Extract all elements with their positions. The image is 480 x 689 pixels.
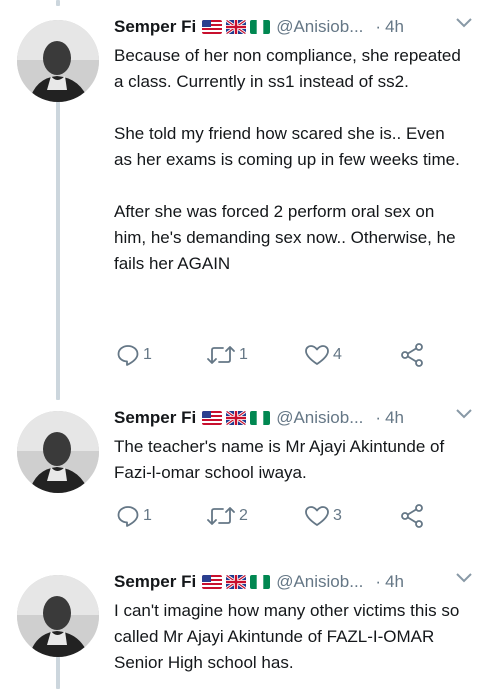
reply-icon [117,345,139,366]
nigeria-flag-icon [250,411,271,425]
tweet-paragraph: After she was forced 2 perform oral sex … [114,202,456,273]
like-count: 3 [333,507,342,524]
tweet-header: Semper Fi @Anisiob... · 4h [114,569,466,595]
share-icon [401,504,423,528]
tweet-paragraph: Because of her non compliance, she repea… [114,46,461,91]
reply-count: 1 [143,507,152,524]
flag-emojis [202,575,271,589]
tweet[interactable]: Semper Fi @Anisiob... · 4h I can't imagi… [0,565,480,689]
reply-icon [117,506,139,527]
retweet-icon [207,346,235,364]
flag-emojis [202,411,271,425]
share-button[interactable] [399,340,425,370]
tweet-paragraph: The teacher's name is Mr Ajayi Akintunde… [114,437,445,482]
retweet-button[interactable]: 2 [206,501,248,531]
separator-dot: · [375,17,382,36]
like-icon [305,506,329,526]
avatar[interactable] [17,411,99,493]
caret-down-icon[interactable] [454,569,474,587]
caret-down-icon[interactable] [454,14,474,32]
retweet-icon [207,507,235,525]
uk-flag-icon [226,411,247,425]
reply-button[interactable]: 1 [116,501,152,531]
avatar[interactable] [17,575,99,657]
like-button[interactable]: 4 [304,340,342,370]
timestamp[interactable]: 4h [385,17,404,37]
tweet-actions: 1 2 3 [114,501,444,531]
display-name[interactable]: Semper Fi [114,17,196,37]
share-icon [401,343,423,367]
user-handle[interactable]: @Anisiob... [276,572,363,592]
retweet-count: 2 [239,507,248,524]
avatar[interactable] [17,20,99,102]
like-icon [305,345,329,365]
tweet-header: Semper Fi @Anisiob... · 4h [114,405,466,431]
tweet[interactable]: Semper Fi @Anisiob... · 4h The teacher's… [0,401,480,551]
user-handle[interactable]: @Anisiob... [276,17,363,37]
like-button[interactable]: 3 [304,501,342,531]
nigeria-flag-icon [250,20,271,34]
tweet-text: I can't imagine how many other victims t… [114,598,464,676]
reply-count: 1 [143,346,152,363]
tweet-text: The teacher's name is Mr Ajayi Akintunde… [114,434,464,486]
display-name[interactable]: Semper Fi [114,408,196,428]
like-count: 4 [333,346,342,363]
user-handle[interactable]: @Anisiob... [276,408,363,428]
reply-button[interactable]: 1 [116,340,152,370]
us-flag-icon [202,411,223,425]
separator-dot: · [375,408,382,427]
tweet-actions: 1 1 4 [114,340,444,370]
caret-down-icon[interactable] [454,405,474,423]
retweet-button[interactable]: 1 [206,340,248,370]
tweet-paragraph: She told my friend how scared she is.. E… [114,124,460,169]
uk-flag-icon [226,20,247,34]
avatar-photo [17,20,99,102]
timestamp[interactable]: 4h [385,572,404,592]
retweet-count: 1 [239,346,248,363]
avatar-photo [17,575,99,657]
thread-line [56,0,60,6]
tweet-paragraph: I can't imagine how many other victims t… [114,601,460,672]
tweet-text: Because of her non compliance, she repea… [114,43,464,277]
flag-emojis [202,20,271,34]
uk-flag-icon [226,575,247,589]
us-flag-icon [202,20,223,34]
share-button[interactable] [399,501,425,531]
display-name[interactable]: Semper Fi [114,572,196,592]
tweet-header: Semper Fi @Anisiob... · 4h [114,14,466,40]
tweet[interactable]: Semper Fi @Anisiob... · 4h Because of he… [0,10,480,390]
nigeria-flag-icon [250,575,271,589]
separator-dot: · [375,572,382,591]
us-flag-icon [202,575,223,589]
avatar-photo [17,411,99,493]
timestamp[interactable]: 4h [385,408,404,428]
